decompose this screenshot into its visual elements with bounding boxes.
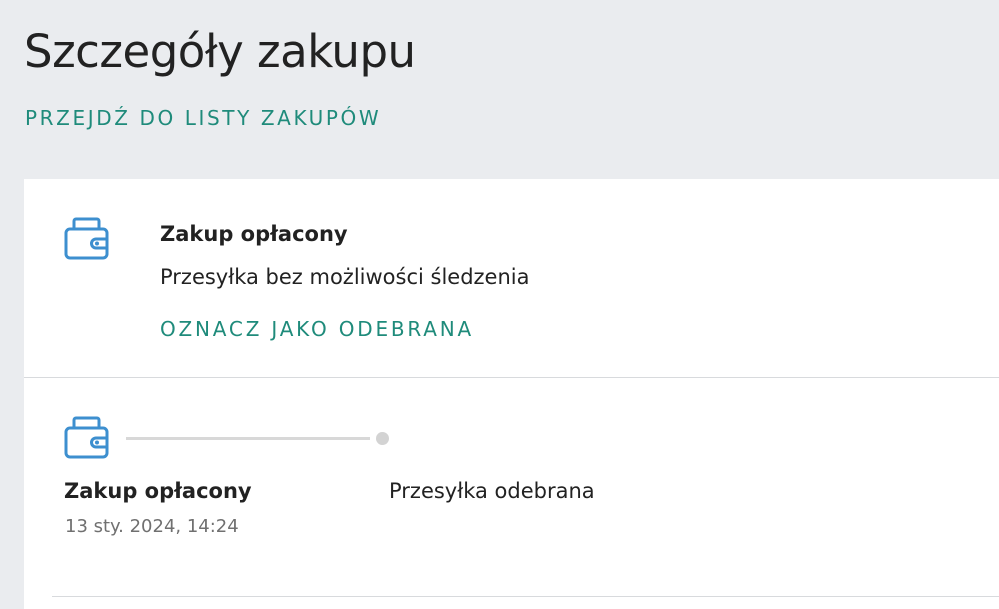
page-title: Szczegóły zakupu [24, 25, 416, 78]
timeline-step-paid-date: 13 sty. 2024, 14:24 [65, 516, 239, 537]
mark-as-received-button[interactable]: OZNACZ JAKO ODEBRANA [160, 315, 474, 343]
timeline-progress-line [126, 437, 370, 440]
purchase-timeline: Zakup opłacony 13 sty. 2024, 14:24 Przes… [24, 378, 999, 598]
timeline-step-paid-label: Zakup opłacony [64, 479, 252, 503]
timeline-step-dot [376, 432, 389, 445]
divider [52, 596, 999, 597]
wallet-icon [64, 217, 110, 261]
wallet-icon [64, 416, 110, 460]
shipping-info-text: Przesyłka bez możliwości śledzenia [160, 265, 530, 289]
purchase-status-section: Zakup opłacony Przesyłka bez możliwości … [24, 179, 999, 378]
purchase-details-card: Zakup opłacony Przesyłka bez możliwości … [24, 179, 999, 609]
back-to-purchases-link[interactable]: PRZEJDŹ DO LISTY ZAKUPÓW [25, 104, 381, 132]
timeline-step-received-label: Przesyłka odebrana [389, 479, 595, 503]
status-title: Zakup opłacony [160, 222, 348, 246]
